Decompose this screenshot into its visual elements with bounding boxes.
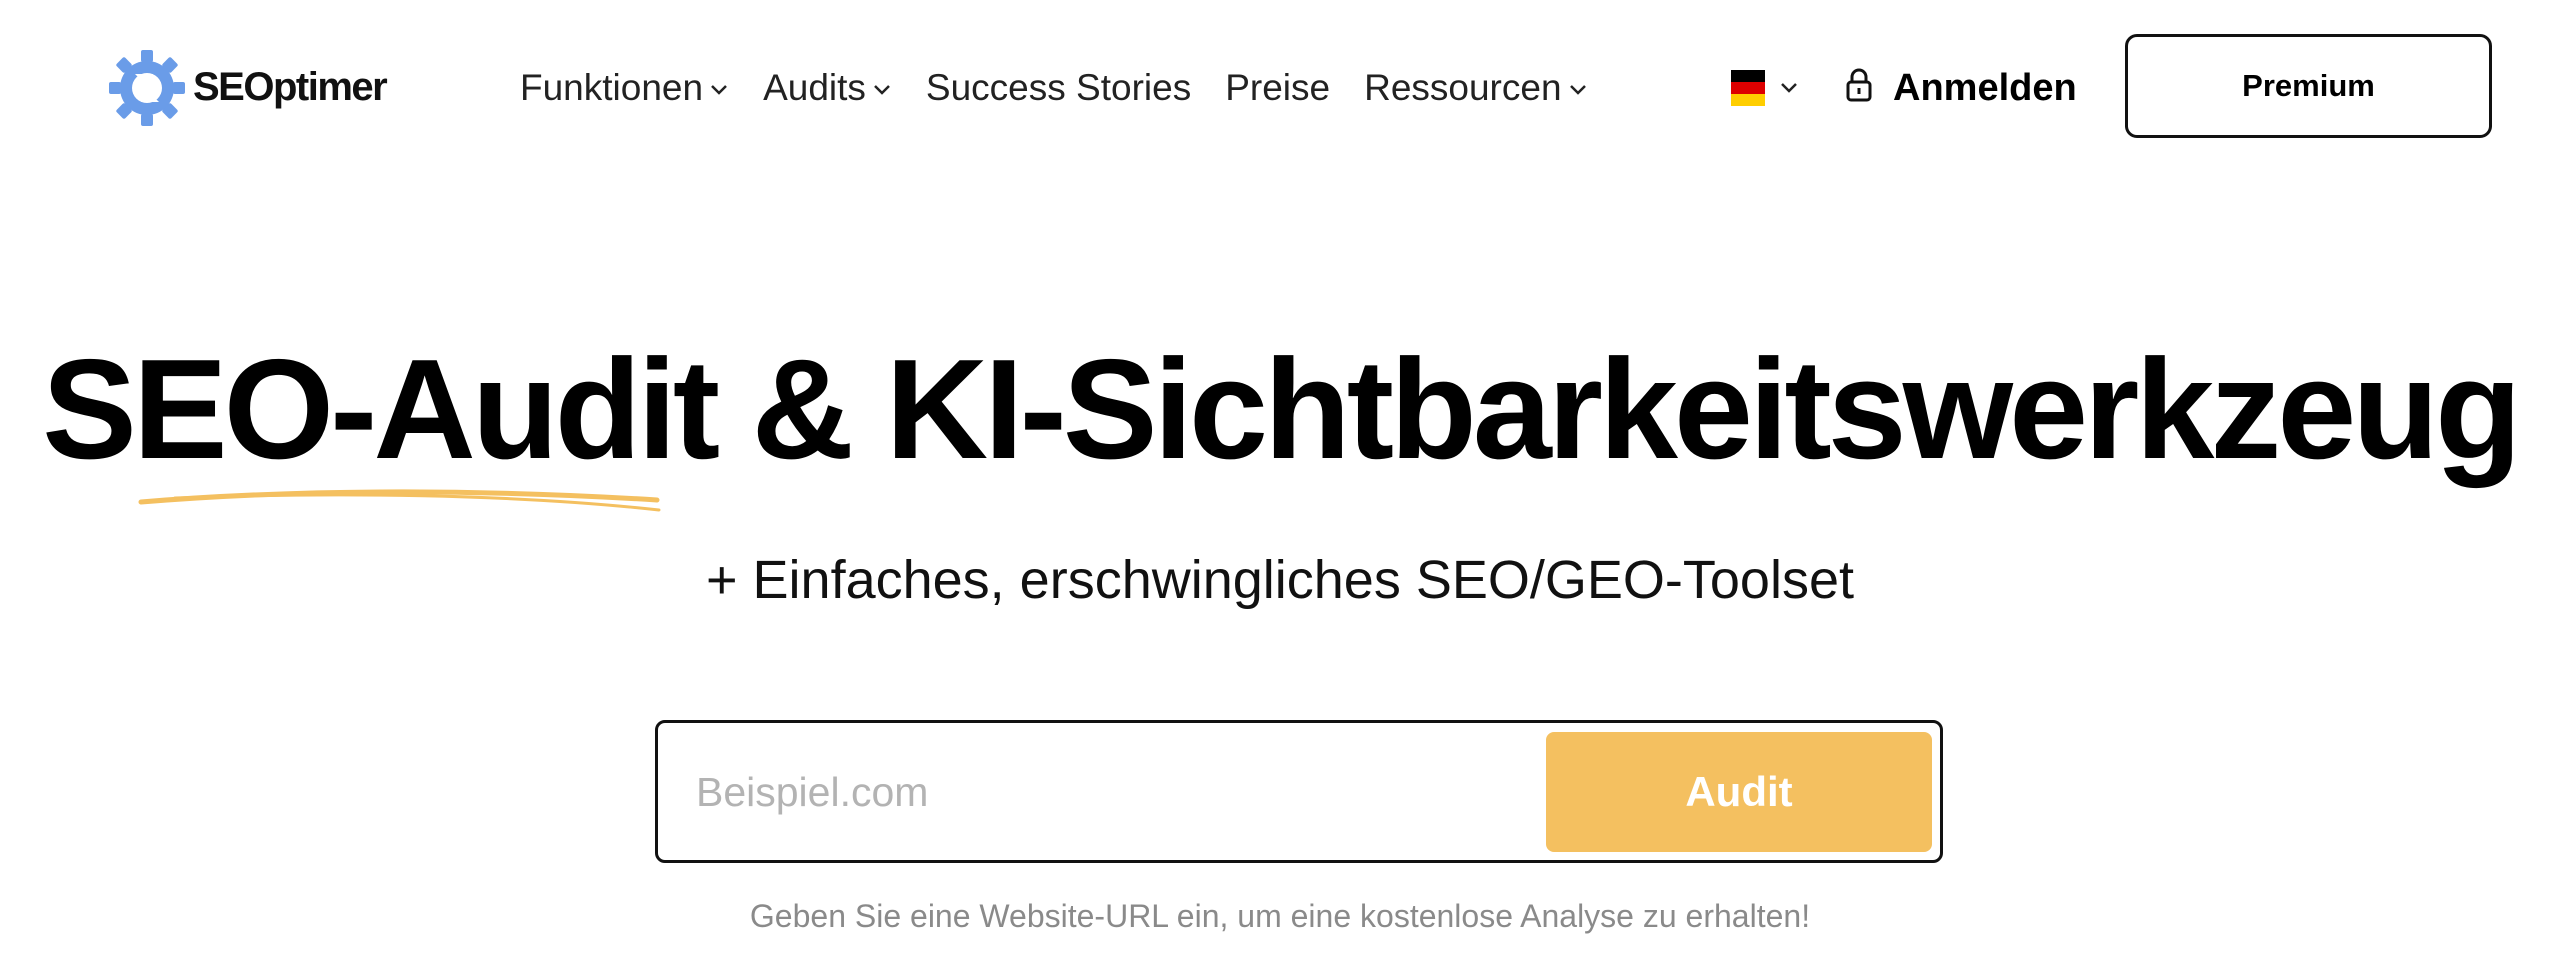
nav-item-success-stories[interactable]: Success Stories <box>926 67 1191 109</box>
nav-item-ressourcen[interactable]: Ressourcen <box>1364 67 1587 109</box>
nav-item-preise[interactable]: Preise <box>1225 67 1330 109</box>
lock-icon <box>1846 68 1872 102</box>
audit-button[interactable]: Audit <box>1546 732 1932 852</box>
login-label: Anmelden <box>1893 66 2077 109</box>
website-url-input[interactable] <box>694 753 1514 831</box>
premium-button[interactable]: Premium <box>2125 34 2492 138</box>
login-link[interactable]: Anmelden <box>1845 56 2077 120</box>
nav-item-label: Ressourcen <box>1364 67 1562 108</box>
helper-text: Geben Sie eine Website-URL ein, um eine … <box>749 898 1811 934</box>
chevron-down-icon <box>874 85 890 95</box>
logo-text: SEOptimer <box>193 65 388 109</box>
nav-item-audits[interactable]: Audits <box>763 67 892 109</box>
page-title: SEO-Audit & KI-Sichtbarkeitswerkzeug <box>42 330 2522 489</box>
hero-subtitle: + Einfaches, erschwingliches SEO/GEO-Too… <box>705 550 1854 610</box>
language-selector[interactable] <box>1731 66 1799 110</box>
chevron-down-icon <box>1781 83 1797 93</box>
nav-item-funktionen[interactable]: Funktionen <box>520 67 729 109</box>
nav-item-label: Success Stories <box>925 67 1192 108</box>
chevron-down-icon <box>711 85 727 95</box>
main-nav: Funktionen Audits Success Stories Preise… <box>520 56 1622 120</box>
chevron-down-icon <box>1569 85 1586 95</box>
underline-decoration <box>138 489 661 512</box>
site-header: SEOptimer Funktionen Audits Success Stor… <box>0 0 2560 175</box>
logo[interactable]: SEOptimer <box>105 45 388 130</box>
audit-form: Audit <box>655 720 1943 863</box>
nav-item-label: Audits <box>763 67 866 108</box>
nav-item-label: Funktionen <box>520 67 704 108</box>
nav-item-label: Preise <box>1225 67 1331 108</box>
gear-logo-icon <box>109 49 185 126</box>
german-flag-icon <box>1731 70 1765 106</box>
